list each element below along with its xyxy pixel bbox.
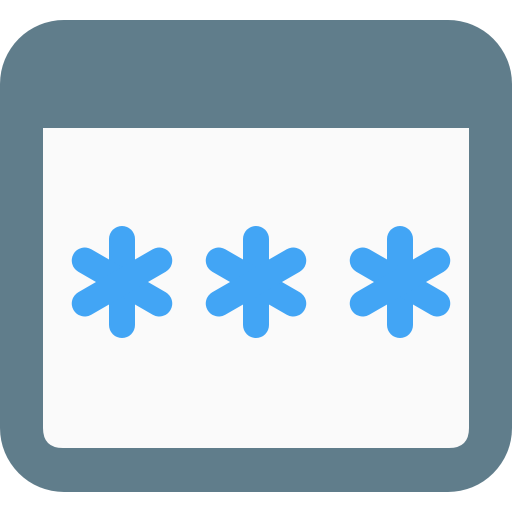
password-window-icon <box>0 0 512 512</box>
password-window-svg <box>0 20 512 492</box>
